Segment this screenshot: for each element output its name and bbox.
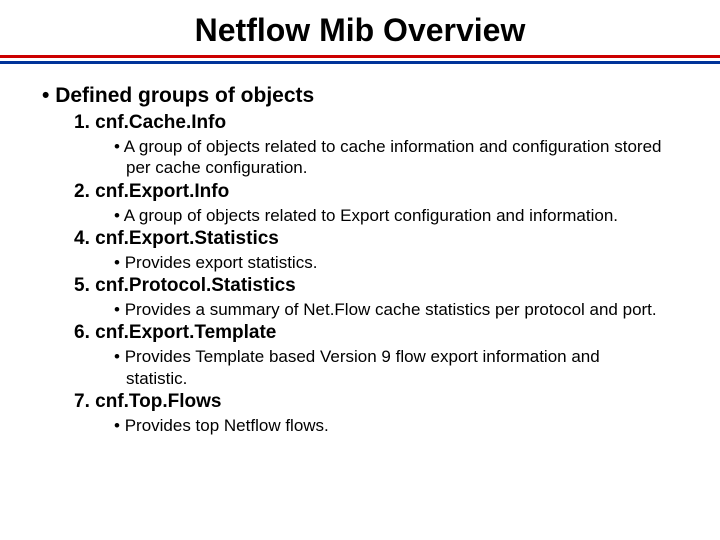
group-number: 5.: [74, 275, 90, 296]
group-item: 6. cnf.Export.Template: [74, 322, 692, 344]
slide: Netflow Mib Overview Defined groups of o…: [0, 0, 720, 540]
group-name: cnf.Protocol.Statistics: [95, 275, 296, 296]
group-item: 4. cnf.Export.Statistics: [74, 228, 692, 250]
group-item: 2. cnf.Export.Info: [74, 181, 692, 203]
group-desc: Provides export statistics.: [114, 252, 664, 273]
group-desc: A group of objects related to Export con…: [114, 205, 664, 226]
group-item: 7. cnf.Top.Flows: [74, 391, 692, 413]
group-name: cnf.Export.Info: [95, 181, 229, 202]
group-desc: Provides Template based Version 9 flow e…: [114, 346, 664, 389]
group-desc: A group of objects related to cache info…: [114, 136, 664, 179]
slide-title: Netflow Mib Overview: [0, 12, 720, 49]
group-desc: Provides top Netflow flows.: [114, 415, 664, 436]
slide-body: Defined groups of objects 1. cnf.Cache.I…: [0, 64, 720, 436]
group-number: 6.: [74, 322, 90, 343]
group-number: 1.: [74, 112, 90, 133]
group-name: cnf.Export.Template: [95, 322, 276, 343]
group-name: cnf.Cache.Info: [95, 112, 226, 133]
group-number: 2.: [74, 181, 90, 202]
group-number: 4.: [74, 228, 90, 249]
group-name: cnf.Export.Statistics: [95, 228, 279, 249]
divider-red: [0, 55, 720, 58]
group-desc: Provides a summary of Net.Flow cache sta…: [114, 299, 664, 320]
group-item: 1. cnf.Cache.Info: [74, 112, 692, 134]
group-item: 5. cnf.Protocol.Statistics: [74, 275, 692, 297]
group-name: cnf.Top.Flows: [95, 391, 221, 412]
heading-defined-groups: Defined groups of objects: [28, 84, 692, 108]
group-number: 7.: [74, 391, 90, 412]
